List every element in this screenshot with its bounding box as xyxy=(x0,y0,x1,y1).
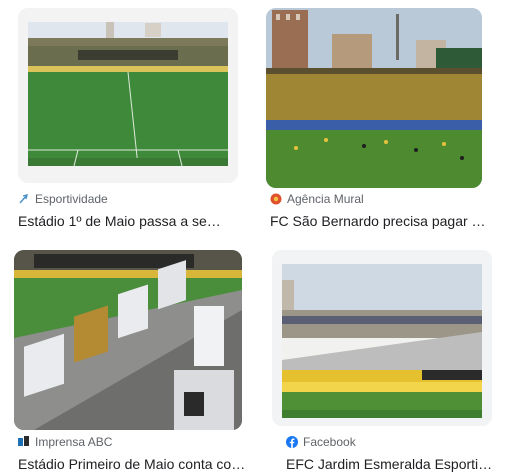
result-title[interactable]: Estádio Primeiro de Maio conta co… xyxy=(18,456,254,472)
result-thumbnail[interactable] xyxy=(266,8,482,188)
result-title[interactable]: Estádio 1º de Maio passa a se… xyxy=(18,213,244,229)
image-result-card[interactable]: Facebook EFC Jardim Esmeralda Esporti… xyxy=(270,250,496,474)
agencia-mural-favicon xyxy=(270,193,282,205)
facebook-favicon xyxy=(286,436,298,448)
esportividade-favicon xyxy=(18,193,30,205)
result-source[interactable]: Esportividade xyxy=(35,192,108,206)
result-thumbnail[interactable] xyxy=(18,8,238,183)
result-source[interactable]: Agência Mural xyxy=(287,192,364,206)
result-thumbnail[interactable] xyxy=(272,250,492,426)
result-thumbnail[interactable] xyxy=(14,250,242,430)
result-title[interactable]: EFC Jardim Esmeralda Esporti… xyxy=(286,456,496,472)
stadium-crowd-photo xyxy=(266,8,482,188)
image-result-card[interactable]: Esportividade Estádio 1º de Maio passa a… xyxy=(18,8,244,232)
result-source[interactable]: Imprensa ABC xyxy=(35,435,112,449)
result-title[interactable]: FC São Bernardo precisa pagar … xyxy=(270,213,494,229)
imprensa-abc-favicon xyxy=(18,436,30,448)
stadium-seats-photo xyxy=(14,250,242,430)
result-source[interactable]: Facebook xyxy=(303,435,356,449)
image-result-card[interactable]: Agência Mural FC São Bernardo precisa pa… xyxy=(258,8,494,232)
stadium-photo xyxy=(18,8,238,183)
image-result-card[interactable]: Imprensa ABC Estádio Primeiro de Maio co… xyxy=(14,250,254,474)
stadium-stand-photo xyxy=(272,250,492,426)
